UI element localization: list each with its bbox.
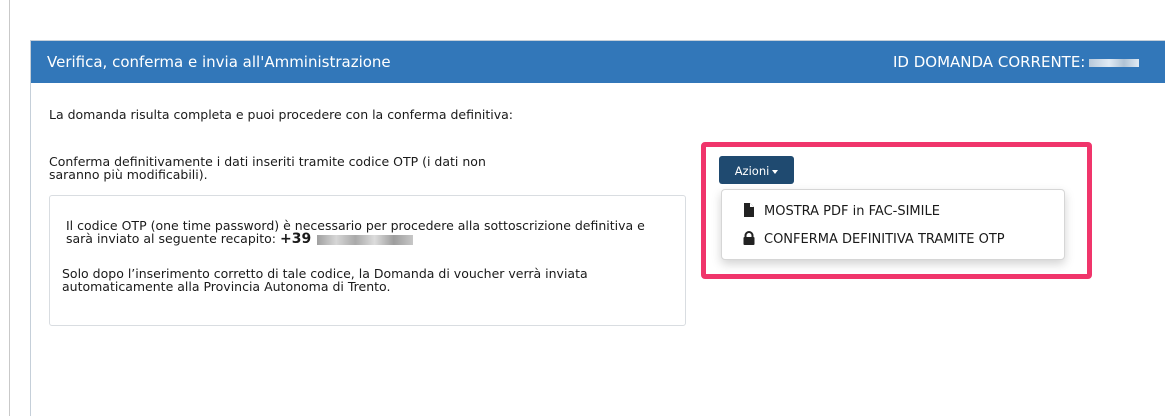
panel-title: Verifica, conferma e invia all'Amministr… (47, 53, 391, 71)
current-application-id-label: ID DOMANDA CORRENTE: (893, 53, 1086, 71)
menu-item-show-pdf[interactable]: MOSTRA PDF in FAC-SIMILE (742, 200, 940, 224)
otp-info-box: Il codice OTP (one time password) è nece… (49, 195, 686, 326)
otp-info-text: Il codice OTP (one time password) è nece… (66, 219, 666, 246)
azioni-dropdown-menu: MOSTRA PDF in FAC-SIMILE CONFERMA DEFINI… (721, 189, 1065, 260)
azioni-button-label: Azioni (734, 164, 770, 178)
menu-item-label: CONFERMA DEFINITIVA TRAMITE OTP (764, 232, 1005, 247)
menu-item-confirm-otp[interactable]: CONFERMA DEFINITIVA TRAMITE OTP (742, 228, 1005, 252)
confirm-instructions: Conferma definitivamente i dati inseriti… (49, 154, 486, 182)
file-icon (744, 203, 754, 217)
intro-text: La domanda risulta completa e puoi proce… (49, 107, 513, 122)
current-application-id: ID DOMANDA CORRENTE: (893, 53, 1140, 71)
lock-icon (743, 231, 755, 245)
otp-submission-note: Solo dopo l’inserimento corretto di tale… (62, 266, 588, 294)
redacted-id-value (1089, 58, 1140, 67)
panel-header: Verifica, conferma e invia all'Amministr… (31, 41, 1165, 83)
left-border-line (9, 0, 10, 416)
menu-item-label: MOSTRA PDF in FAC-SIMILE (764, 204, 940, 219)
phone-prefix: +39 (279, 231, 312, 247)
redacted-phone-number (317, 234, 414, 245)
caret-down-icon (772, 169, 779, 174)
azioni-dropdown-button[interactable]: Azioni (719, 156, 794, 184)
